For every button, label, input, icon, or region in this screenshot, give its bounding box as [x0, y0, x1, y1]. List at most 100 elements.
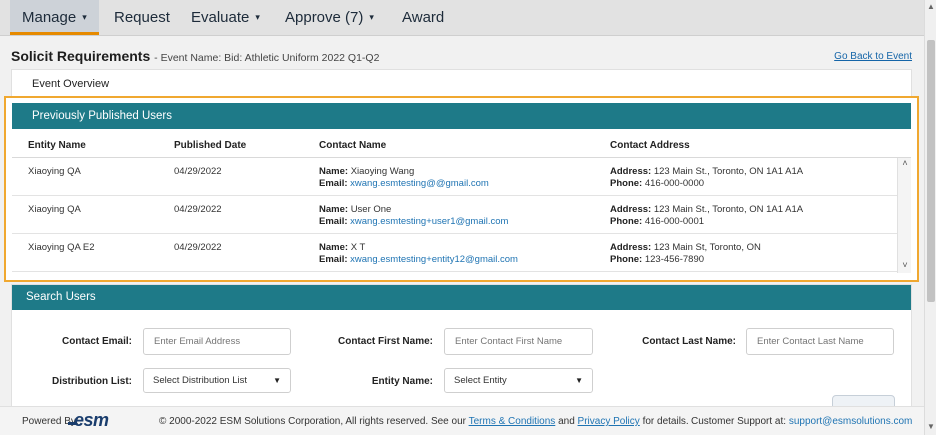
name-label: Name: [319, 204, 349, 215]
nav-award[interactable]: Award [390, 0, 456, 35]
distribution-list-select[interactable]: Select Distribution List ▼ [143, 368, 291, 393]
published-users-table-header: Entity Name Published Date Contact Name … [12, 129, 911, 158]
nav-evaluate-label: Evaluate [191, 9, 250, 26]
entity-name-label: Entity Name: [371, 376, 433, 387]
contact-last-name-label: Contact Last Name: [642, 336, 736, 347]
nav-award-label: Award [402, 9, 445, 26]
details-text: for details. [642, 416, 689, 427]
customer-support: Customer Support at: support@esmsolution… [691, 416, 912, 427]
chevron-down-icon: ▾ [369, 12, 374, 22]
contact-phone-value: 416-000-0000 [644, 178, 705, 189]
table-row: Xiaoying QA E2 04/29/2022 Name: X T Emai… [12, 234, 897, 272]
published-date-cell: 04/29/2022 [174, 204, 222, 215]
name-label: Name: [319, 166, 349, 177]
distribution-list-label: Distribution List: [52, 376, 132, 387]
scroll-down-icon[interactable]: ▼ [925, 422, 936, 431]
entity-name-cell: Xiaoying QA [28, 204, 81, 215]
contact-name-value: X T [350, 242, 366, 253]
nav-manage[interactable]: Manage ▾ [10, 0, 99, 35]
published-date-cell: 04/29/2022 [174, 242, 222, 253]
entity-name-select[interactable]: Select Entity ▼ [444, 368, 593, 393]
contact-address-value: 123 Main St., Toronto, ON 1A1 A1A [653, 204, 804, 215]
published-users-table-body: Xiaoying QA 04/29/2022 Name: Xiaoying Wa… [12, 158, 897, 273]
privacy-policy-link[interactable]: Privacy Policy [578, 416, 640, 427]
search-users-panel: Search Users Contact Email: Contact Firs… [11, 284, 912, 414]
contact-name-cell: Name: User One Email: xwang.esmtesting+u… [319, 204, 508, 228]
contact-email-label: Contact Email: [61, 336, 132, 347]
nav-approve[interactable]: Approve (7) ▾ [273, 0, 386, 35]
top-nav: Manage ▾ Request Evaluate ▾ Approve (7) ▾ A… [0, 0, 924, 36]
contact-name-value: User One [350, 204, 392, 215]
address-label: Address: [610, 242, 652, 253]
terms-conditions-link[interactable]: Terms & Conditions [469, 416, 556, 427]
dropdown-arrow-icon: ▼ [273, 376, 281, 385]
address-label: Address: [610, 204, 652, 215]
distribution-list-value: Select Distribution List [153, 375, 247, 386]
table-row: Xiaoying QA 04/29/2022 Name: Xiaoying Wa… [12, 158, 897, 196]
email-label: Email: [319, 254, 348, 265]
entity-name-cell: Xiaoying QA E2 [28, 242, 95, 253]
contact-address-value: 123 Main St, Toronto, ON [653, 242, 761, 253]
search-users-header: Search Users [12, 285, 911, 310]
chevron-down-icon: ▾ [255, 12, 260, 22]
contact-phone-value: 416-000-0001 [644, 216, 705, 227]
go-back-to-event-link[interactable]: Go Back to Event [834, 51, 912, 62]
support-label: Customer Support at: [691, 416, 787, 427]
contact-first-name-label: Contact First Name: [337, 336, 433, 347]
contact-address-value: 123 Main St., Toronto, ON 1A1 A1A [653, 166, 804, 177]
published-users-header: Previously Published Users [12, 103, 911, 129]
nav-approve-label: Approve (7) [285, 9, 364, 26]
page-title: Solicit Requirements - Event Name: Bid: … [11, 48, 379, 64]
contact-name-cell: Name: X T Email: xwang.esmtesting+entity… [319, 242, 518, 266]
table-scrollbar[interactable]: ˄ ˅ [897, 158, 911, 273]
contact-first-name-input[interactable] [444, 328, 593, 355]
phone-label: Phone: [610, 178, 643, 189]
published-users-panel: Previously Published Users Entity Name P… [4, 96, 919, 282]
page-title-text: Solicit Requirements [11, 48, 151, 64]
contact-phone-value: 123-456-7890 [644, 254, 705, 265]
contact-address-cell: Address: 123 Main St, Toronto, ON Phone:… [610, 242, 761, 266]
contact-address-cell: Address: 123 Main St., Toronto, ON 1A1 A… [610, 204, 803, 228]
support-email-link[interactable]: support@esmsolutions.com [789, 416, 913, 427]
contact-email-link[interactable]: xwang.esmtesting+entity12@gmail.com [350, 254, 518, 265]
contact-address-cell: Address: 123 Main St., Toronto, ON 1A1 A… [610, 166, 803, 190]
contact-email-link[interactable]: xwang.esmtesting+user1@gmail.com [350, 216, 508, 227]
copyright-text: © 2000-2022 ESM Solutions Corporation, A… [159, 416, 689, 427]
chevron-down-icon[interactable]: ˅ [898, 260, 912, 270]
event-overview-tab[interactable]: Event Overview [11, 69, 912, 96]
scroll-up-icon[interactable]: ▲ [925, 2, 936, 11]
column-header-contact-address: Contact Address [610, 140, 690, 151]
phone-label: Phone: [610, 216, 643, 227]
event-overview-label: Event Overview [32, 78, 110, 90]
phone-label: Phone: [610, 254, 643, 265]
scrollbar-thumb[interactable] [927, 40, 935, 302]
nav-evaluate[interactable]: Evaluate ▾ [179, 0, 272, 35]
and-text: and [558, 416, 575, 427]
nav-request[interactable]: Request [102, 0, 182, 35]
contact-name-cell: Name: Xiaoying Wang Email: xwang.esmtest… [319, 166, 489, 190]
copyright-prefix: © 2000-2022 ESM Solutions Corporation, A… [159, 416, 466, 427]
footer: Powered By: esm © 2000-2022 ESM Solution… [0, 406, 924, 435]
email-label: Email: [319, 178, 348, 189]
column-header-published-date: Published Date [174, 140, 247, 151]
esm-logo: esm [68, 410, 109, 430]
entity-name-value: Select Entity [454, 375, 507, 386]
column-header-contact-name: Contact Name [319, 140, 387, 151]
chevron-down-icon: ▾ [82, 12, 87, 22]
contact-email-link[interactable]: xwang.esmtesting@@gmail.com [350, 178, 489, 189]
name-label: Name: [319, 242, 349, 253]
entity-name-cell: Xiaoying QA [28, 166, 81, 177]
table-row: Xiaoying QA 04/29/2022 Name: User One Em… [12, 196, 897, 234]
published-date-cell: 04/29/2022 [174, 166, 222, 177]
contact-last-name-input[interactable] [746, 328, 894, 355]
chevron-up-icon[interactable]: ˄ [898, 158, 912, 168]
contact-email-input[interactable] [143, 328, 291, 355]
address-label: Address: [610, 166, 652, 177]
column-header-entity-name: Entity Name [28, 140, 86, 151]
nav-request-label: Request [114, 9, 170, 26]
nav-manage-label: Manage [22, 9, 77, 26]
contact-name-value: Xiaoying Wang [350, 166, 415, 177]
dropdown-arrow-icon: ▼ [575, 376, 583, 385]
page-scrollbar[interactable]: ▲ ▼ [924, 0, 936, 435]
email-label: Email: [319, 216, 348, 227]
